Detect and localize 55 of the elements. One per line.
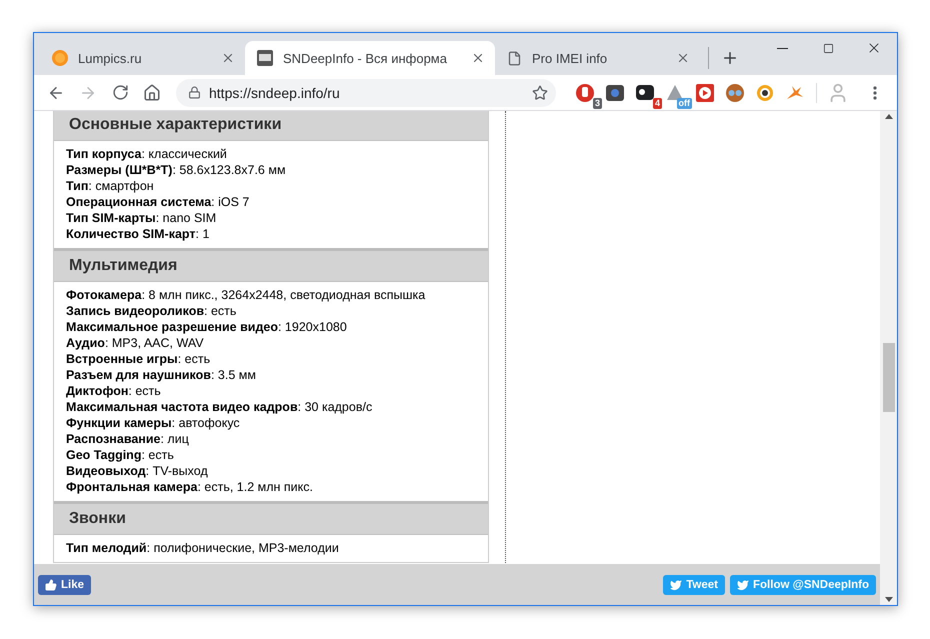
close-icon[interactable]	[676, 51, 690, 65]
spec-row-text: Встроенные игры: есть	[66, 351, 212, 367]
thumbs-up-icon	[45, 578, 57, 590]
spec-row-text: Фронтальная камера: есть, 1.2 млн пикс.	[66, 479, 314, 495]
section-header: Звонки	[54, 501, 488, 535]
page-icon	[507, 50, 522, 66]
scroll-up-icon[interactable]	[884, 114, 892, 119]
scroll-thumb[interactable]	[883, 343, 895, 412]
url-text: https://sndeep.info/ru	[209, 84, 341, 100]
scrollbar[interactable]	[880, 111, 897, 605]
home-icon	[143, 84, 161, 102]
browser-tab[interactable]: SNDeepInfo - Вся информа	[245, 41, 495, 75]
extension-badge: 4	[652, 98, 662, 108]
spec-row-text: Запись видеороликов: есть	[66, 303, 238, 319]
address-bar[interactable]: https://sndeep.info/ru	[176, 78, 556, 106]
fruit-slice-icon	[52, 50, 68, 66]
bird-icon	[737, 578, 749, 590]
spec-row-text: Тип: смартфон	[66, 178, 155, 194]
maximize-icon	[822, 42, 834, 54]
section-header: Основные характеристики	[54, 111, 488, 141]
extension-badge: 3	[592, 98, 602, 108]
plus-icon	[721, 49, 739, 67]
star-icon[interactable]	[532, 84, 548, 100]
lock-icon	[188, 86, 201, 99]
tab-title: Pro IMEI info	[532, 50, 608, 66]
spec-row-text: Максимальное разрешение видео: 1920x1080	[66, 319, 348, 335]
browser-tab[interactable]: Lumpics.ru	[40, 41, 245, 75]
bird-icon	[670, 578, 682, 590]
scroll-down-icon[interactable]	[884, 597, 892, 602]
spec-row-text: Аудио: MP3, AAC, WAV	[66, 335, 205, 351]
site-logo-icon	[257, 50, 273, 66]
spec-row-text: Тип корпуса: классический	[66, 146, 228, 162]
spec-row-text: Количество SIM-карт: 1	[66, 226, 210, 242]
spec-row-text: Распознавание: лиц	[66, 431, 190, 447]
spec-row-text: Тип мелодий: полифонические, MP3-мелодии	[66, 540, 340, 556]
tab-title: SNDeepInfo - Вся информа	[283, 50, 448, 66]
spec-row-text: Фотокамера: 8 млн пикс., 3264x2448, светодиодная вспышка	[66, 287, 426, 303]
menu-icon	[873, 86, 877, 100]
reload-icon	[112, 84, 128, 101]
spec-row-text: Размеры (Ш*В*Т): 58.6x123.8x7.6 мм	[66, 162, 287, 178]
spec-row-text: Диктофон: есть	[66, 383, 162, 399]
spec-row-text: Операционная система: iOS 7	[66, 194, 250, 210]
tab-title: Lumpics.ru	[78, 50, 143, 66]
spec-row-text: Функции камеры: автофокус	[66, 415, 241, 431]
like-button[interactable]: Like	[38, 574, 92, 594]
close-icon[interactable]	[221, 51, 235, 65]
browser-tab[interactable]: Pro IMEI info	[495, 41, 700, 75]
spec-row-text: Разъем для наушников: 3.5 мм	[66, 367, 257, 383]
spec-row-text: Видеовыход: TV-выход	[66, 463, 209, 479]
extension-badge: off	[676, 98, 692, 108]
spec-row-text: Максимальная частота видео кадров: 30 кадров/с	[66, 399, 374, 415]
spec-row-text: Geo Tagging: есть	[66, 447, 175, 463]
spec-row-text: Тип SIM-карты: nano SIM	[66, 210, 218, 226]
close-icon[interactable]	[471, 51, 485, 65]
section-header: Мультимедия	[54, 248, 488, 282]
